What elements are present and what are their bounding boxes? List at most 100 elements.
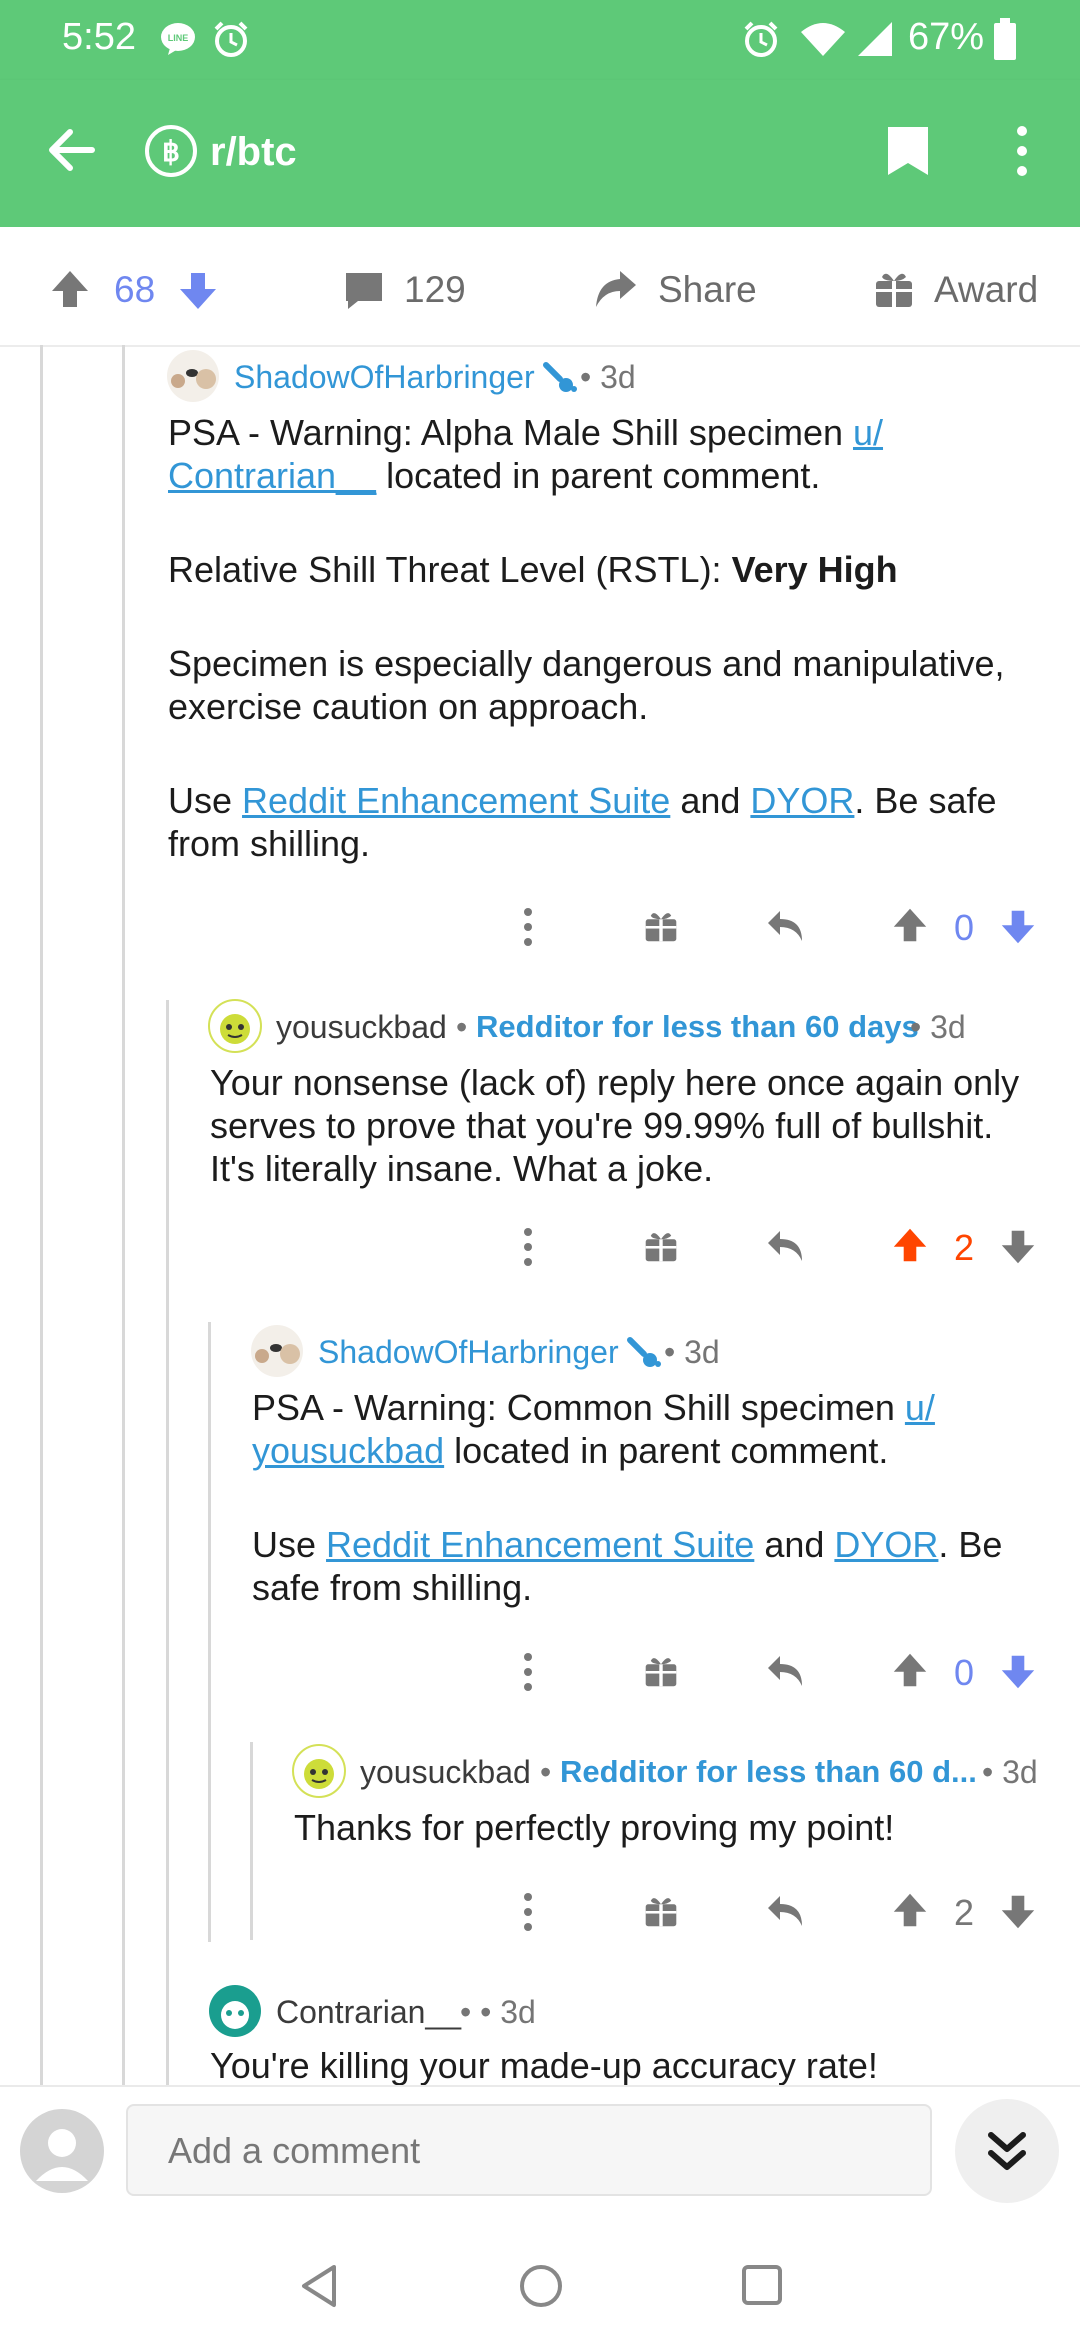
bold-text: Very High	[731, 549, 898, 590]
post-score: 68	[114, 269, 156, 310]
more-options-icon[interactable]	[522, 1892, 534, 1932]
award-gift-icon[interactable]	[874, 269, 914, 309]
comment-count[interactable]: 129	[404, 269, 466, 311]
upvote-icon[interactable]	[892, 907, 928, 943]
text: located in parent comment.	[444, 1430, 889, 1471]
user-avatar-icon	[20, 2109, 104, 2193]
reply-icon[interactable]	[766, 1894, 806, 1928]
dyor-link[interactable]: DYOR	[834, 1524, 938, 1565]
downvote-icon[interactable]	[1000, 909, 1036, 945]
comment-paragraph: PSA - Warning: Common Shill specimen u/	[252, 1386, 1052, 1429]
comment-line: It's literally insane. What a joke.	[210, 1148, 714, 1189]
user-link[interactable]: Contrarian__	[168, 455, 376, 496]
res-link[interactable]: Reddit Enhancement Suite	[326, 1524, 754, 1565]
comment-line: Your nonsense (lack of) reply here once …	[210, 1062, 1020, 1103]
add-comment-input[interactable]: Add a comment	[126, 2104, 932, 2196]
comment-age: • 3d	[580, 359, 636, 395]
reply-icon[interactable]	[766, 1229, 806, 1263]
avatar[interactable]	[166, 349, 220, 403]
avatar[interactable]	[292, 1744, 346, 1798]
downvote-icon[interactable]	[1000, 1894, 1036, 1930]
upvote-icon[interactable]	[892, 1652, 928, 1688]
subreddit-title[interactable]: r/btc	[210, 130, 297, 175]
upvote-icon[interactable]	[50, 269, 90, 309]
bookmark-icon[interactable]	[886, 125, 930, 177]
user-link[interactable]: yousuckbad	[252, 1430, 444, 1471]
add-comment-placeholder: Add a comment	[168, 2130, 421, 2171]
share-icon[interactable]	[594, 269, 638, 309]
downvote-icon[interactable]	[1000, 1229, 1036, 1265]
app-bar: ฿ r/btc	[0, 80, 1080, 227]
comment-paragraph: Use Reddit Enhancement Suite and DYOR. B…	[168, 779, 1048, 822]
downvote-icon[interactable]	[178, 271, 218, 311]
text: Use	[252, 1524, 327, 1565]
avatar[interactable]	[250, 1324, 304, 1378]
award-gift-icon[interactable]	[644, 1894, 678, 1928]
comment-paragraph: Relative Shill Threat Level (RSTL): Very…	[168, 548, 1048, 591]
comment: ShadowOfHarbringer • 3d PSA - Warning: C…	[0, 1320, 1080, 1740]
award-gift-icon[interactable]	[644, 1229, 678, 1263]
user-link[interactable]: u/	[853, 412, 883, 453]
system-nav-bar	[0, 2225, 1080, 2340]
text: Relative Shill Threat Level (RSTL):	[168, 549, 732, 590]
mod-wrench-icon	[627, 1337, 661, 1367]
comment-score: 0	[954, 1652, 975, 1693]
comment-line: safe from shilling.	[252, 1567, 533, 1608]
overflow-menu-icon[interactable]	[1010, 124, 1034, 178]
comment-author[interactable]: yousuckbad	[360, 1754, 531, 1791]
comment-author[interactable]: yousuckbad	[276, 1009, 447, 1046]
nav-back-icon[interactable]	[298, 2263, 340, 2309]
alarm-status-icon	[744, 21, 778, 57]
bitcoin-subreddit-icon: ฿	[145, 125, 197, 177]
comment-author[interactable]: ShadowOfHarbringer	[234, 359, 535, 396]
comment-paragraph: PSA - Warning: Alpha Male Shill specimen…	[168, 411, 1048, 454]
battery-icon	[994, 18, 1016, 60]
more-options-icon[interactable]	[522, 1652, 534, 1692]
nav-home-icon[interactable]	[518, 2263, 564, 2309]
comment-line: serves to prove that you're 99.99% full …	[210, 1105, 994, 1146]
comment-body: You're killing your made-up accuracy rat…	[210, 2044, 1060, 2085]
clock: 5:52	[62, 16, 136, 58]
post-action-bar: 68 129 Share Award	[0, 227, 1080, 347]
comment-age: • 3d	[982, 1754, 1038, 1790]
upvote-icon[interactable]	[892, 1892, 928, 1928]
avatar[interactable]	[208, 1984, 262, 2038]
battery-percent: 67%	[908, 16, 985, 58]
award-gift-icon[interactable]	[644, 1654, 678, 1688]
alarm-icon	[214, 21, 248, 57]
line-app-icon: LINE	[161, 23, 195, 55]
cell-signal-icon	[858, 22, 892, 56]
comment-body: Your nonsense (lack of) reply here once …	[210, 1061, 1060, 1190]
comment-icon[interactable]	[344, 271, 384, 311]
award-gift-icon[interactable]	[644, 909, 678, 943]
comment-age: • • 3d	[460, 1994, 536, 2030]
comment-author[interactable]: Contrarian__	[276, 1994, 461, 2031]
collapse-comments-button[interactable]	[955, 2099, 1059, 2203]
user-link[interactable]: u/	[905, 1387, 935, 1428]
downvote-icon[interactable]	[1000, 1654, 1036, 1690]
reply-icon[interactable]	[766, 909, 806, 943]
text: PSA - Warning: Common Shill specimen	[252, 1387, 905, 1428]
text: located in parent comment.	[376, 455, 821, 496]
comment-age: • 3d	[910, 1009, 966, 1045]
comment-paragraph: Contrarian__ located in parent comment.	[168, 454, 1048, 497]
share-button[interactable]: Share	[658, 269, 757, 311]
dyor-link[interactable]: DYOR	[750, 780, 854, 821]
comment-author[interactable]: ShadowOfHarbringer	[318, 1334, 619, 1371]
more-options-icon[interactable]	[522, 1227, 534, 1267]
comment-body: PSA - Warning: Alpha Male Shill specimen…	[168, 411, 1048, 865]
comment-line: exercise caution on approach.	[168, 686, 649, 727]
award-button[interactable]: Award	[934, 269, 1038, 311]
avatar[interactable]	[208, 999, 262, 1053]
comment-line: Specimen is especially dangerous and man…	[168, 643, 1005, 684]
res-link[interactable]: Reddit Enhancement Suite	[242, 780, 670, 821]
reply-icon[interactable]	[766, 1654, 806, 1688]
upvote-icon[interactable]	[892, 1227, 928, 1263]
more-options-icon[interactable]	[522, 907, 534, 947]
comment-paragraph: Use Reddit Enhancement Suite and DYOR. B…	[252, 1523, 1052, 1566]
nav-recents-icon[interactable]	[740, 2263, 784, 2307]
comment: ShadowOfHarbringer • 3d PSA - Warning: A…	[0, 345, 1080, 995]
text: Use	[168, 780, 243, 821]
back-arrow-icon[interactable]	[46, 124, 98, 176]
svg-text:LINE: LINE	[168, 33, 189, 43]
